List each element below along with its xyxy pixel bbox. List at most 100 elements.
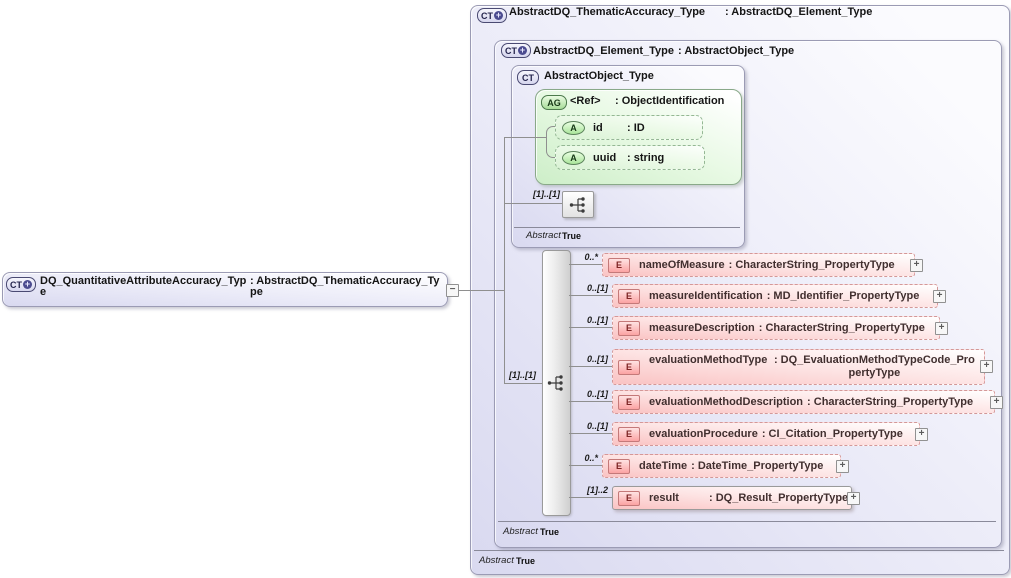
cardinality-label: 0..[1] xyxy=(572,283,608,293)
cardinality-label: [1]..[1] xyxy=(500,370,536,380)
element-type: : MD_Identifier_PropertyType xyxy=(767,290,920,302)
element-box-dateTime[interactable]: E dateTime : DateTime_PropertyType xyxy=(602,454,841,478)
plus-badge-icon: + xyxy=(518,46,527,55)
complex-type-icon-label: CT xyxy=(522,73,534,83)
facet-separator xyxy=(474,550,1004,551)
element-type: : CharacterString_PropertyType xyxy=(729,259,895,271)
connector-line xyxy=(505,203,563,204)
object-type-box-title: AbstractObject_Type xyxy=(544,71,654,82)
sequence-glyph xyxy=(546,374,566,392)
type-name: AbstractDQ_Element_Type xyxy=(533,46,674,57)
cardinality-label: 0..[1] xyxy=(572,421,608,431)
complex-type-icon: CT+ xyxy=(6,277,36,292)
element-box-evaluationProcedure[interactable]: E evaluationProcedure : CI_Citation_Prope… xyxy=(612,422,920,446)
expand-button[interactable]: + xyxy=(935,322,948,335)
element-icon: E xyxy=(618,289,640,304)
cardinality-label: 0..[1] xyxy=(572,389,608,399)
element-icon: E xyxy=(618,395,640,410)
abstract-facet-label: Abstract xyxy=(503,526,538,537)
element-name: evaluationProcedure xyxy=(649,428,758,440)
element-icon: E xyxy=(618,321,640,336)
cardinality-label: 0..* xyxy=(562,252,598,262)
attribute-type: : ID xyxy=(627,122,645,134)
cardinality-label: [1]..[1] xyxy=(528,189,560,199)
complex-type-icon-label: CT xyxy=(481,11,493,21)
expand-button[interactable]: + xyxy=(910,259,923,272)
abstract-facet-value: True xyxy=(540,527,559,537)
element-name: nameOfMeasure xyxy=(639,259,725,271)
attribute-group-ref: <Ref> xyxy=(570,96,615,107)
abstract-facet-value: True xyxy=(562,231,581,241)
attribute-name: id xyxy=(593,122,623,134)
element-box-measureDescription[interactable]: E measureDescription : CharacterString_Pr… xyxy=(612,316,940,340)
element-type-box-title: AbstractDQ_Element_Type : AbstractObject… xyxy=(533,46,794,57)
abstract-facet-label: Abstract xyxy=(526,230,561,241)
collapse-button[interactable]: − xyxy=(446,284,459,297)
facet-separator xyxy=(498,521,996,522)
connector-line xyxy=(569,327,612,328)
element-icon: E xyxy=(618,491,640,506)
complex-type-icon: CT+ xyxy=(477,8,507,23)
element-name: measureDescription xyxy=(649,322,755,334)
element-name: dateTime xyxy=(639,460,687,472)
element-box-evaluationMethodDescription[interactable]: E evaluationMethodDescription: Character… xyxy=(612,390,995,414)
abstract-facet-value: True xyxy=(516,556,535,566)
connector-line xyxy=(569,401,612,402)
element-name: measureIdentification xyxy=(649,290,763,302)
element-name: evaluationMethodType xyxy=(649,354,767,367)
element-box-nameOfMeasure[interactable]: E nameOfMeasure : CharacterString_Propert… xyxy=(602,253,915,277)
connector-line xyxy=(505,137,546,138)
connector-line xyxy=(569,433,612,434)
connector-line xyxy=(458,290,505,291)
attribute-icon: A xyxy=(562,151,585,165)
sequence-bar[interactable] xyxy=(542,250,571,516)
element-type: : DQ_EvaluationMethodTypeCode_PropertyTy… xyxy=(771,354,977,380)
element-type: : DateTime_PropertyType xyxy=(691,460,823,472)
expand-button[interactable]: + xyxy=(836,460,849,473)
cardinality-label: 0..* xyxy=(562,453,598,463)
sequence-glyph xyxy=(568,196,588,214)
root-box-title: DQ_QuantitativeAttributeAccuracy_Type : … xyxy=(40,276,444,298)
element-icon: E xyxy=(618,427,640,442)
root-type-name: DQ_QuantitativeAttributeAccuracy_Type xyxy=(40,276,250,298)
element-box-measureIdentification[interactable]: E measureIdentification : MD_Identifier_P… xyxy=(612,284,938,308)
abstract-facet-label: Abstract xyxy=(479,555,514,566)
attribute-group-icon: AG xyxy=(541,95,567,110)
cardinality-label: 0..[1] xyxy=(572,354,608,364)
root-base-type: : AbstractDQ_ThematicAccuracy_Type xyxy=(250,276,444,298)
connector-line xyxy=(569,264,602,265)
element-box-evaluationMethodType[interactable]: E evaluationMethodType: DQ_EvaluationMet… xyxy=(612,349,985,385)
connector-line xyxy=(569,366,612,367)
schema-diagram: CT+ DQ_QuantitativeAttributeAccuracy_Typ… xyxy=(0,0,1011,578)
attribute-icon: A xyxy=(562,121,585,135)
sequence-compositor-icon[interactable] xyxy=(562,191,594,218)
element-type: : CI_Citation_PropertyType xyxy=(762,428,903,440)
element-icon: E xyxy=(608,258,630,273)
expand-button[interactable]: + xyxy=(847,492,860,505)
attribute-box-uuid[interactable]: A uuid: string xyxy=(555,145,705,170)
expand-button[interactable]: + xyxy=(915,428,928,441)
plus-badge-icon: + xyxy=(494,11,503,20)
facet-separator xyxy=(514,227,740,228)
type-name: AbstractObject_Type xyxy=(544,71,654,82)
attribute-group-title: <Ref> : ObjectIdentification xyxy=(570,96,724,107)
complex-type-icon-label: CT xyxy=(505,46,517,56)
element-type: : CharacterString_PropertyType xyxy=(759,322,925,334)
connector-trunk xyxy=(504,137,505,384)
complex-type-icon: CT xyxy=(517,70,539,85)
connector-line xyxy=(505,383,543,384)
connector-line xyxy=(569,497,612,498)
expand-button[interactable]: + xyxy=(990,396,1003,409)
connector-line xyxy=(569,295,612,296)
expand-button[interactable]: + xyxy=(933,290,946,303)
cardinality-label: [1]..2 xyxy=(572,485,608,495)
cardinality-label: 0..[1] xyxy=(572,315,608,325)
attribute-group-type: : ObjectIdentification xyxy=(615,96,724,107)
element-type: : DQ_Result_PropertyType xyxy=(709,492,848,504)
element-icon: E xyxy=(608,459,630,474)
attribute-box-id[interactable]: A id : ID xyxy=(555,115,703,140)
base-type: : AbstractDQ_Element_Type xyxy=(725,7,872,18)
attribute-name: uuid xyxy=(593,152,623,164)
expand-button[interactable]: + xyxy=(980,360,993,373)
element-box-result[interactable]: E result: DQ_Result_PropertyType xyxy=(612,486,852,510)
